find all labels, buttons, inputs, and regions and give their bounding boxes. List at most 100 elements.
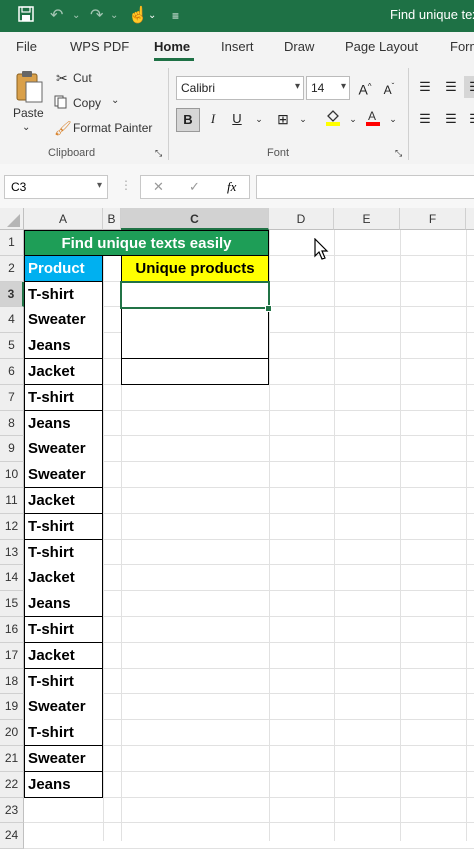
formula-input[interactable] — [256, 175, 474, 199]
row-header-4[interactable]: 4 — [0, 307, 24, 334]
product-cell[interactable]: T-shirt — [24, 617, 103, 644]
clipboard-launcher-icon[interactable]: ⤡ — [155, 148, 162, 159]
tab-page-layout[interactable]: Page Layout — [345, 39, 418, 54]
increase-font-size-icon[interactable]: A^ — [354, 76, 376, 98]
name-box[interactable]: C3 ▾ — [4, 175, 108, 199]
unique-product-cell[interactable] — [121, 307, 269, 334]
row-header-15[interactable]: 15 — [0, 591, 24, 617]
align-bottom-icon[interactable]: ☰ — [464, 76, 474, 98]
row-header-20[interactable]: 20 — [0, 720, 24, 746]
borders-dropdown-icon[interactable]: ⌄ — [292, 108, 314, 130]
row-header-21[interactable]: 21 — [0, 746, 24, 772]
column-header-g[interactable] — [466, 208, 474, 230]
unique-product-cell[interactable] — [121, 359, 269, 386]
product-cell[interactable]: T-shirt — [24, 539, 103, 566]
decrease-font-size-icon[interactable]: Aˇ — [378, 76, 400, 98]
chevron-down-icon[interactable]: ▾ — [97, 180, 102, 191]
row-header-12[interactable]: 12 — [0, 513, 24, 540]
font-color-dropdown-icon[interactable]: ⌄ — [382, 108, 404, 130]
align-top-icon[interactable]: ☰ — [414, 76, 436, 98]
tab-draw[interactable]: Draw — [284, 39, 314, 54]
copy-button[interactable]: Copy — [73, 96, 101, 110]
product-cell[interactable]: Sweater — [24, 746, 103, 773]
row-header-5[interactable]: 5 — [0, 333, 24, 359]
font-size-combo[interactable]: 14 ▾ — [306, 76, 350, 100]
fill-color-icon[interactable] — [322, 108, 344, 130]
tab-wps-pdf[interactable]: WPS PDF — [70, 39, 129, 54]
row-header-14[interactable]: 14 — [0, 565, 24, 592]
column-header-e[interactable]: E — [334, 208, 400, 230]
row-header-7[interactable]: 7 — [0, 384, 24, 411]
customize-toolbar-icon[interactable]: ≡ — [172, 6, 179, 26]
row-header-2[interactable]: 2 — [0, 255, 24, 282]
row-header-1[interactable]: 1 — [0, 230, 24, 256]
font-name-combo[interactable]: Calibri ▾ — [176, 76, 304, 100]
paste-label[interactable]: Paste — [13, 106, 44, 120]
unique-product-cell[interactable] — [121, 333, 269, 360]
product-cell[interactable]: Jeans — [24, 333, 103, 360]
copy-icon[interactable] — [54, 95, 68, 112]
product-cell[interactable]: T-shirt — [24, 281, 103, 308]
column-header-a[interactable]: A — [24, 208, 103, 230]
fill-color-dropdown-icon[interactable]: ⌄ — [342, 108, 364, 130]
format-painter-button[interactable]: Format Painter — [73, 121, 152, 135]
undo-icon[interactable]: ↶ — [50, 6, 63, 26]
row-header-8[interactable]: 8 — [0, 410, 24, 437]
touch-dropdown-icon[interactable]: ⌄ — [148, 6, 156, 26]
select-all-corner[interactable] — [0, 208, 24, 230]
product-cell[interactable]: Sweater — [24, 307, 103, 334]
row-header-11[interactable]: 11 — [0, 488, 24, 514]
row-header-6[interactable]: 6 — [0, 359, 24, 385]
product-cell[interactable]: Jacket — [24, 488, 103, 515]
save-icon[interactable] — [18, 6, 34, 28]
product-cell[interactable]: T-shirt — [24, 513, 103, 541]
title-cell[interactable]: Find unique texts easily — [24, 230, 269, 256]
format-painter-icon[interactable]: 🖌 — [54, 120, 72, 137]
tab-insert[interactable]: Insert — [221, 39, 254, 54]
row-header-22[interactable]: 22 — [0, 771, 24, 798]
redo-icon[interactable]: ↷ — [90, 6, 103, 26]
column-header-f[interactable]: F — [400, 208, 466, 230]
copy-dropdown-icon[interactable]: ⌄ — [111, 95, 119, 106]
row-header-19[interactable]: 19 — [0, 694, 24, 721]
underline-button[interactable]: U — [226, 108, 248, 130]
borders-icon[interactable]: ⊞ — [272, 108, 294, 130]
align-left-icon[interactable]: ☰ — [414, 108, 436, 130]
column-header-d[interactable]: D — [269, 208, 334, 230]
product-cell[interactable]: Sweater — [24, 462, 103, 489]
touch-mode-icon[interactable]: ☝ — [128, 6, 148, 26]
product-cell[interactable]: T-shirt — [24, 668, 103, 695]
align-right-icon[interactable]: ☰ — [464, 108, 474, 130]
product-cell[interactable]: Jacket — [24, 642, 103, 670]
row-header-9[interactable]: 9 — [0, 436, 24, 463]
active-cell-c3[interactable] — [120, 281, 270, 309]
cancel-icon[interactable]: ✕ — [153, 179, 164, 195]
product-cell[interactable]: T-shirt — [24, 384, 103, 412]
unique-products-header-cell[interactable]: Unique products — [121, 256, 269, 282]
product-cell[interactable]: Jacket — [24, 565, 103, 592]
product-cell[interactable]: Jeans — [24, 591, 103, 618]
product-cell[interactable]: Jacket — [24, 359, 103, 386]
product-cell[interactable]: Jeans — [24, 771, 103, 799]
worksheet-grid[interactable]: A B C D E F 1 2 3 4 5 6 7 8 9 10 11 12 13 14 15 16 17 18 1… — [0, 208, 474, 849]
redo-dropdown-icon[interactable]: ⌄ — [110, 6, 118, 26]
tab-home[interactable]: Home — [154, 39, 190, 54]
font-color-icon[interactable]: A — [362, 108, 384, 130]
row-header-17[interactable]: 17 — [0, 642, 24, 669]
row-header-24[interactable]: 24 — [0, 823, 24, 849]
fill-handle[interactable] — [265, 305, 272, 312]
undo-dropdown-icon[interactable]: ⌄ — [72, 6, 80, 26]
row-header-18[interactable]: 18 — [0, 668, 24, 695]
column-header-b[interactable]: B — [103, 208, 121, 230]
align-center-icon[interactable]: ☰ — [440, 108, 462, 130]
cut-icon[interactable]: ✂ — [56, 70, 68, 87]
row-header-3[interactable]: 3 — [0, 281, 24, 308]
align-middle-icon[interactable]: ☰ — [440, 76, 462, 98]
cut-button[interactable]: Cut — [73, 71, 92, 85]
row-header-10[interactable]: 10 — [0, 462, 24, 488]
row-header-13[interactable]: 13 — [0, 539, 24, 566]
product-cell[interactable]: Jeans — [24, 410, 103, 437]
row-header-23[interactable]: 23 — [0, 797, 24, 824]
insert-function-icon[interactable]: fx — [227, 179, 236, 195]
product-cell[interactable]: Sweater — [24, 694, 103, 721]
